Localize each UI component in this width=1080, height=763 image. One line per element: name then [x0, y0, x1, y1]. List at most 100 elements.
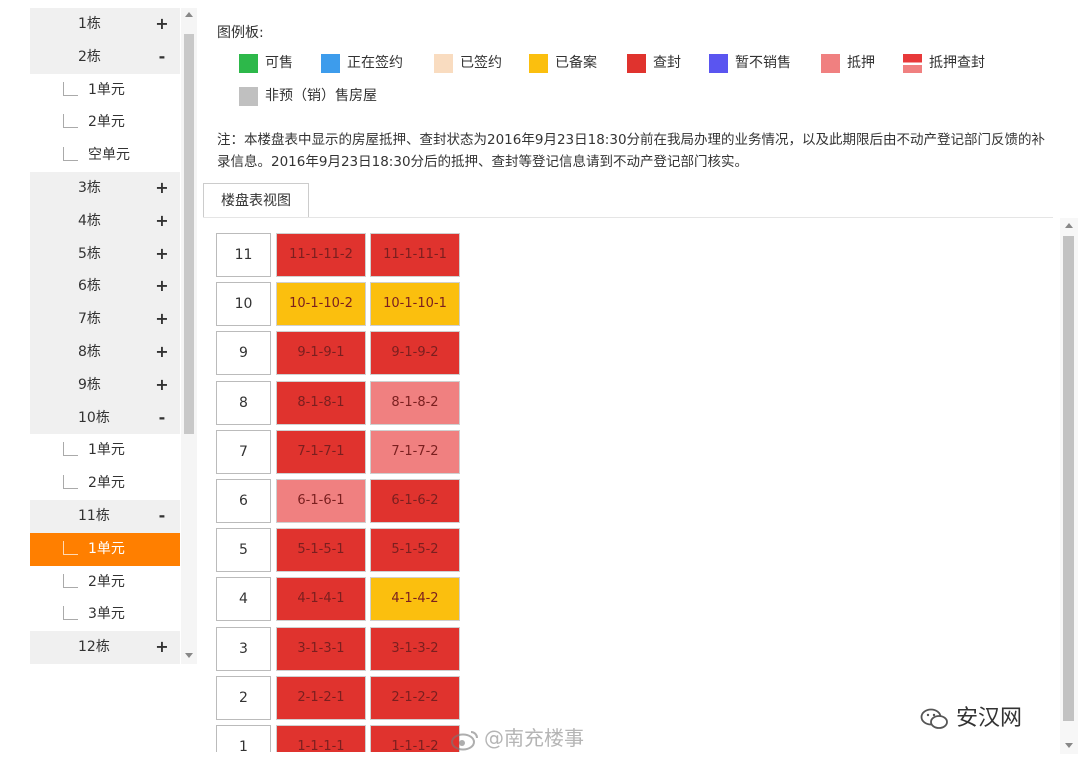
expand-icon[interactable]: + — [155, 369, 169, 402]
floor-row: 2 2-1-2-1 2-1-2-2 — [215, 675, 465, 721]
room-cell[interactable]: 5-1-5-1 — [276, 528, 366, 573]
floor-row: 9 9-1-9-1 9-1-9-2 — [215, 330, 465, 376]
room-cell[interactable]: 11-1-11-1 — [370, 233, 460, 277]
tree-building-item[interactable]: 7栋 + — [30, 303, 180, 336]
room-cell[interactable]: 8-1-8-1 — [276, 380, 366, 425]
room-cell[interactable]: 6-1-6-2 — [370, 479, 460, 523]
legend-swatch — [903, 54, 922, 73]
tree-unit-label: 空单元 — [88, 147, 130, 164]
tree-building-item[interactable]: 6栋 + — [30, 270, 180, 304]
tree-unit-item[interactable]: 3单元 — [30, 598, 180, 632]
tree-building-item[interactable]: 11栋 - — [30, 499, 180, 533]
tree-building-label: 2栋 — [78, 48, 101, 65]
expand-icon[interactable]: + — [155, 303, 169, 336]
room-cell[interactable]: 4-1-4-1 — [276, 577, 366, 622]
tree-unit-item[interactable]: 1单元 — [30, 434, 180, 468]
room-cell[interactable]: 10-1-10-1 — [370, 282, 460, 327]
room-cell[interactable]: 7-1-7-1 — [276, 429, 366, 474]
collapse-icon[interactable]: - — [155, 41, 169, 74]
room-cell[interactable]: 11-1-11-2 — [276, 233, 366, 277]
floor-number: 4 — [216, 577, 271, 622]
room-cell[interactable]: 2-1-2-2 — [370, 675, 460, 720]
floor-number: 1 — [216, 725, 271, 752]
room-cell[interactable]: 2-1-2-1 — [276, 675, 366, 720]
room-cell[interactable]: 9-1-9-2 — [370, 331, 460, 376]
tab-building-table-view[interactable]: 楼盘表视图 — [203, 183, 309, 217]
tab-divider — [203, 217, 1053, 218]
room-cell[interactable]: 10-1-10-2 — [276, 282, 366, 327]
expand-icon[interactable]: + — [155, 172, 169, 205]
tree-building-item[interactable]: 4栋 + — [30, 204, 180, 238]
tree-connector-icon — [63, 147, 78, 162]
floor-row: 3 3-1-3-1 3-1-3-2 — [215, 626, 465, 672]
room-cell[interactable]: 5-1-5-2 — [370, 528, 460, 573]
tree-unit-item[interactable]: 2单元 — [30, 467, 180, 500]
tree-building-item[interactable]: 10栋 - — [30, 401, 180, 435]
tree-connector-icon — [63, 573, 78, 588]
scroll-up-arrow-icon[interactable] — [1065, 223, 1073, 228]
tree-building-item[interactable]: 1栋 + — [30, 8, 180, 41]
tree-unit-item[interactable]: 1单元 — [30, 532, 180, 566]
tree-building-item[interactable]: 9栋 + — [30, 368, 180, 402]
collapse-icon[interactable]: - — [155, 402, 169, 435]
weibo-watermark-text: @南充楼事 — [484, 726, 584, 750]
tree-building-item[interactable]: 3栋 + — [30, 171, 180, 205]
floor-row: 6 6-1-6-1 6-1-6-2 — [215, 478, 465, 524]
tree-building-label: 12栋 — [78, 639, 110, 656]
tree-unit-item[interactable]: 1单元 — [30, 73, 180, 107]
tree-unit-item[interactable]: 空单元 — [30, 139, 180, 172]
room-cell[interactable]: 4-1-4-2 — [370, 577, 460, 622]
tree-scrollbar[interactable] — [181, 8, 197, 664]
legend-label: 已备案 — [555, 55, 597, 71]
tree-building-label: 11栋 — [78, 507, 110, 524]
tree-unit-label: 3单元 — [88, 606, 125, 623]
room-cell[interactable]: 7-1-7-2 — [370, 429, 460, 474]
expand-icon[interactable]: + — [155, 205, 169, 238]
legend-swatch — [627, 54, 646, 73]
expand-icon[interactable]: + — [155, 336, 169, 369]
expand-icon[interactable]: + — [155, 631, 169, 664]
expand-icon[interactable]: + — [155, 8, 169, 41]
scroll-down-arrow-icon[interactable] — [185, 653, 193, 658]
legend-label: 抵押查封 — [929, 55, 985, 71]
room-cell[interactable]: 1-1-1-2 — [370, 725, 460, 752]
scroll-down-arrow-icon[interactable] — [1065, 743, 1073, 748]
legend-label: 暂不销售 — [735, 55, 791, 71]
floor-number: 9 — [216, 331, 271, 376]
tree-building-item[interactable]: 2栋 - — [30, 40, 180, 74]
tree-unit-item[interactable]: 2单元 — [30, 106, 180, 140]
expand-icon[interactable]: + — [155, 270, 169, 303]
tree-building-item[interactable]: 5栋 + — [30, 237, 180, 271]
main-scrollbar[interactable] — [1060, 218, 1078, 754]
main-scrollbar-thumb[interactable] — [1063, 236, 1074, 721]
legend-label: 正在签约 — [347, 55, 403, 71]
room-cell[interactable]: 9-1-9-1 — [276, 331, 366, 376]
legend-title: 图例板: — [217, 25, 264, 41]
floor-number: 10 — [216, 282, 271, 327]
room-cell[interactable]: 6-1-6-1 — [276, 479, 366, 523]
tree-building-label: 9栋 — [78, 376, 101, 393]
tree-scrollbar-thumb[interactable] — [184, 34, 194, 434]
legend-swatch — [321, 54, 340, 73]
tree-building-label: 8栋 — [78, 343, 101, 360]
tree-building-label: 3栋 — [78, 179, 101, 196]
room-cell[interactable]: 8-1-8-2 — [370, 380, 460, 425]
tree-unit-item[interactable]: 2单元 — [30, 565, 180, 599]
room-cell[interactable]: 3-1-3-1 — [276, 626, 366, 671]
room-cell[interactable]: 1-1-1-1 — [276, 725, 366, 752]
scroll-up-arrow-icon[interactable] — [185, 12, 193, 17]
legend-swatch — [434, 54, 453, 73]
floor-row: 10 10-1-10-2 10-1-10-1 — [215, 281, 465, 327]
legend-swatch — [709, 54, 728, 73]
tree-building-item[interactable]: 12栋 + — [30, 631, 180, 664]
legend-label: 查封 — [653, 55, 681, 71]
expand-icon[interactable]: + — [155, 238, 169, 271]
brand-watermark-text: 安汉网 — [956, 706, 1023, 731]
tree-connector-icon — [63, 442, 78, 457]
room-cell[interactable]: 3-1-3-2 — [370, 626, 460, 671]
floor-row: 11 11-1-11-2 11-1-11-1 — [215, 232, 465, 278]
brand-watermark: 安汉网 — [920, 700, 1022, 732]
floor-number: 2 — [216, 675, 271, 720]
tree-building-item[interactable]: 8栋 + — [30, 335, 180, 369]
collapse-icon[interactable]: - — [155, 500, 169, 533]
